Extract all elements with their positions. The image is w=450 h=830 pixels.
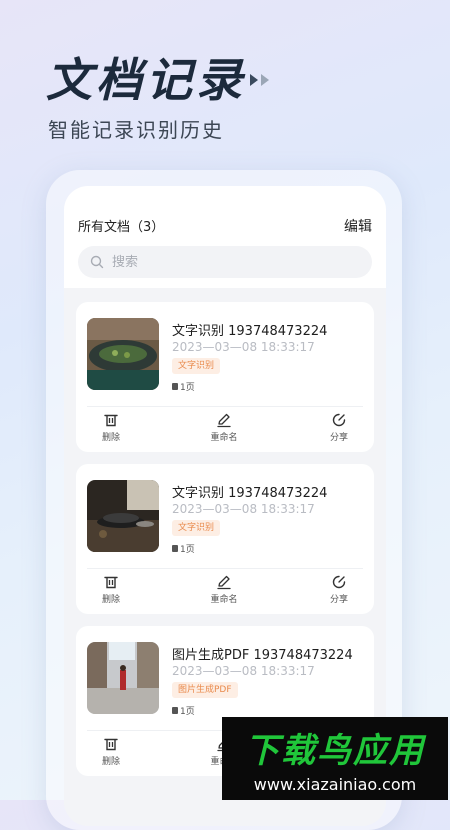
page-count-label: 1页 <box>180 383 195 393</box>
delete-label: 删除 <box>101 757 120 767</box>
document-title: 文字识别 193748473224 <box>172 486 328 501</box>
rename-button[interactable]: 重命名 <box>194 412 254 443</box>
page-count: 1页 <box>172 380 195 393</box>
delete-label: 删除 <box>101 433 120 443</box>
page-icon <box>172 545 178 552</box>
pencil-icon <box>217 575 231 590</box>
search-input[interactable] <box>110 253 354 271</box>
rename-label: 重命名 <box>210 595 238 605</box>
delete-button[interactable]: 删除 <box>81 574 141 605</box>
share-label: 分享 <box>329 433 348 443</box>
divider <box>87 568 363 569</box>
page-icon <box>172 707 178 714</box>
delete-button[interactable]: 删除 <box>81 736 141 767</box>
document-card[interactable]: 文字识别 193748473224 2023—03—08 18:33:17 文字… <box>76 302 374 452</box>
document-thumbnail <box>87 318 159 390</box>
search-bar[interactable] <box>78 246 372 278</box>
page-count-label: 1页 <box>180 545 195 555</box>
divider <box>87 406 363 407</box>
play-arrows-icon <box>250 74 269 86</box>
trash-icon <box>104 738 118 751</box>
document-title: 图片生成PDF 193748473224 <box>172 648 353 663</box>
share-button[interactable]: 分享 <box>309 412 369 443</box>
rename-label: 重命名 <box>210 433 238 443</box>
document-type-tag: 图片生成PDF <box>172 682 238 698</box>
watermark-brand: 下载鸟应用 <box>245 731 425 771</box>
hero-title: 文档记录 <box>46 53 246 107</box>
search-icon <box>90 255 104 269</box>
share-label: 分享 <box>329 595 348 605</box>
document-type-tag: 文字识别 <box>172 520 221 536</box>
document-date: 2023—03—08 18:33:17 <box>172 502 315 516</box>
page-count: 1页 <box>172 704 195 717</box>
edit-button[interactable]: 编辑 <box>344 216 372 236</box>
document-card[interactable]: 文字识别 193748473224 2023—03—08 18:33:17 文字… <box>76 464 374 614</box>
document-title: 文字识别 193748473224 <box>172 324 328 339</box>
share-icon <box>332 413 346 427</box>
hero-subtitle: 智能记录识别历史 <box>48 118 224 142</box>
rename-button[interactable]: 重命名 <box>194 574 254 605</box>
document-thumbnail <box>87 480 159 552</box>
trash-icon <box>104 576 118 589</box>
page-count: 1页 <box>172 542 195 555</box>
page-icon <box>172 383 178 390</box>
page-count-label: 1页 <box>180 707 195 717</box>
watermark-banner: 下载鸟应用 www.xiazainiao.com <box>222 717 448 800</box>
pencil-icon <box>217 413 231 428</box>
all-documents-label: 所有文档（3） <box>78 220 165 235</box>
share-icon <box>332 575 346 589</box>
delete-button[interactable]: 删除 <box>81 412 141 443</box>
document-date: 2023—03—08 18:33:17 <box>172 664 315 678</box>
document-thumbnail <box>87 642 159 714</box>
delete-label: 删除 <box>101 595 120 605</box>
list-header: 所有文档（3） 编辑 <box>64 186 386 288</box>
document-type-tag: 文字识别 <box>172 358 221 374</box>
watermark-url: www.xiazainiao.com <box>253 775 417 794</box>
trash-icon <box>104 414 118 427</box>
document-date: 2023—03—08 18:33:17 <box>172 340 315 354</box>
share-button[interactable]: 分享 <box>309 574 369 605</box>
